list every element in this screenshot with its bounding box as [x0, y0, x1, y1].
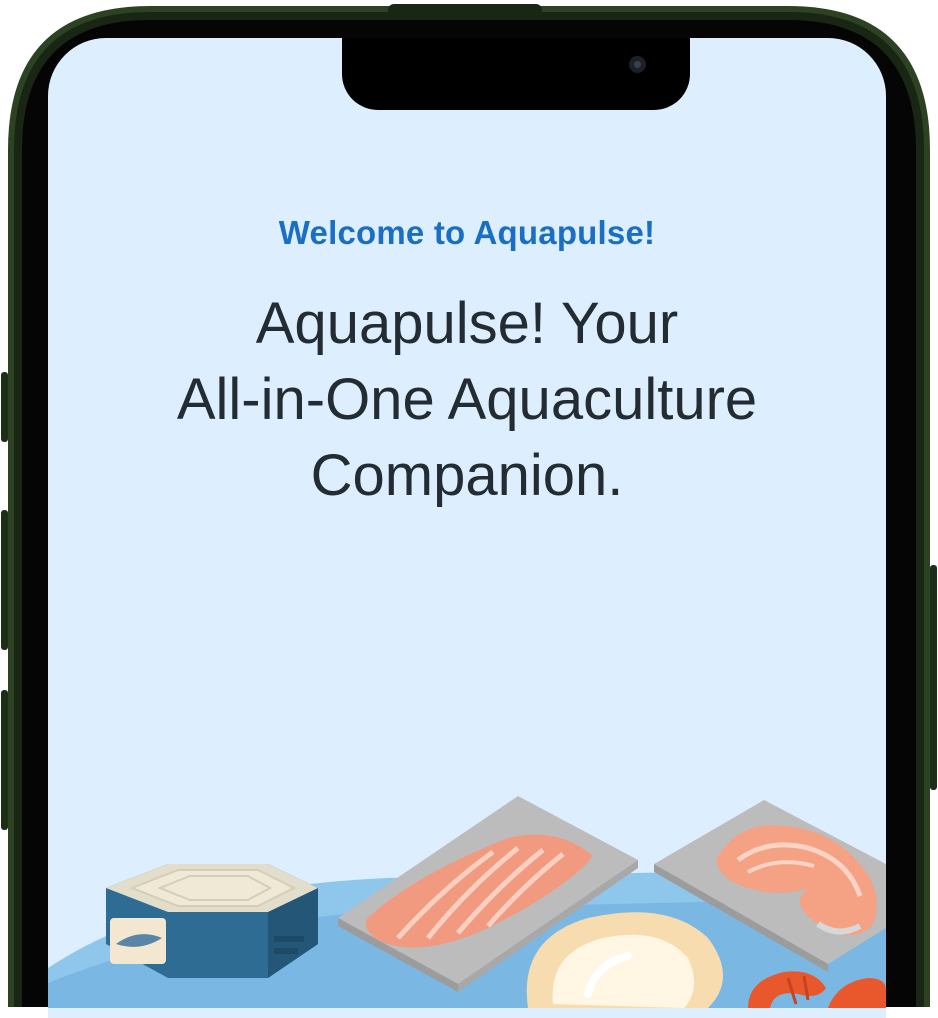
front-camera-icon: [629, 56, 646, 73]
notch: [342, 38, 690, 110]
welcome-subtitle: Welcome to Aquapulse!: [278, 214, 656, 251]
volume-up-button[interactable]: [1, 510, 8, 650]
power-button[interactable]: [930, 565, 937, 790]
silent-switch[interactable]: [1, 372, 8, 442]
onboarding-screen: Welcome to Aquapulse! Aquapulse! Your Al…: [48, 38, 886, 1018]
headline-line-1: Aquapulse! Your: [255, 291, 679, 356]
phone-device: Welcome to Aquapulse! Aquapulse! Your Al…: [0, 0, 938, 1018]
headline-line-3: Companion.: [310, 443, 624, 508]
volume-down-button[interactable]: [1, 690, 8, 830]
tin-can-icon: [106, 864, 318, 978]
headline: Aquapulse! Your All-in-One Aquaculture C…: [78, 286, 856, 514]
seafood-illustration: [48, 796, 886, 1008]
headline-line-2: All-in-One Aquaculture: [176, 367, 758, 432]
